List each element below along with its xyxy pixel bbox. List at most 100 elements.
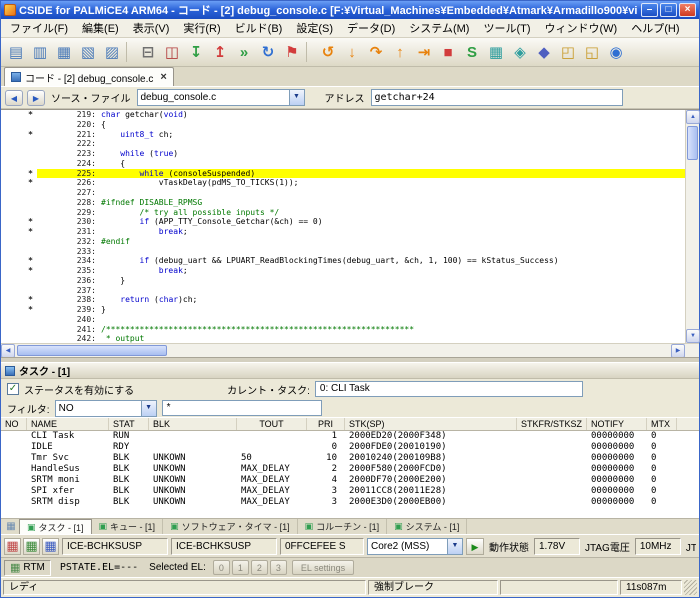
nav-forward-button[interactable]: ▶ bbox=[27, 89, 45, 106]
vscroll-track[interactable] bbox=[686, 124, 699, 329]
el-button-3[interactable]: 3 bbox=[269, 560, 287, 575]
current-task-field[interactable]: 0: CLI Task bbox=[314, 381, 583, 397]
menu-item-3[interactable]: 表示(V) bbox=[126, 18, 177, 38]
chevron-down-icon[interactable]: ▼ bbox=[140, 400, 156, 416]
code-text[interactable]: } bbox=[101, 276, 685, 286]
break-flag-icon[interactable]: ⚑ bbox=[280, 40, 304, 64]
line-margin[interactable] bbox=[1, 188, 37, 198]
panel-tab-2[interactable]: ▣ キュー - [1] bbox=[92, 519, 164, 534]
line-margin[interactable] bbox=[1, 159, 37, 169]
scroll-right-icon[interactable]: ▶ bbox=[671, 344, 685, 358]
line-marker-icon[interactable]: * bbox=[1, 295, 37, 305]
code-text[interactable]: { bbox=[101, 120, 685, 130]
table-row[interactable]: SPI xfer BLK UNKOWN MAX_DELAY 3 20011CC8(2001… bbox=[1, 486, 699, 497]
panel-tab-3[interactable]: ▣ ソフトウェア・タイマ - [1] bbox=[163, 519, 298, 534]
line-marker-icon[interactable]: * bbox=[1, 217, 37, 227]
code-text[interactable]: * output bbox=[101, 334, 685, 343]
step-in-icon[interactable]: ↓ bbox=[340, 40, 364, 64]
step-out-icon[interactable]: ↑ bbox=[388, 40, 412, 64]
code-text[interactable]: break; bbox=[101, 227, 685, 237]
load-module-icon[interactable]: ↧ bbox=[184, 40, 208, 64]
tab-code-debug-console[interactable]: コード - [2] debug_console.c × bbox=[4, 67, 174, 86]
column-header-name[interactable]: NAME bbox=[27, 418, 109, 430]
line-margin[interactable] bbox=[1, 247, 37, 257]
column-header-stat[interactable]: STAT bbox=[109, 418, 149, 430]
run-to-cursor-icon[interactable]: ⇥ bbox=[412, 40, 436, 64]
help-icon[interactable]: ◉ bbox=[604, 40, 628, 64]
hscroll-track[interactable] bbox=[15, 344, 671, 357]
menu-item-9[interactable]: ツール(T) bbox=[476, 18, 537, 38]
memory-window-icon[interactable]: ▦ bbox=[52, 40, 76, 64]
task-panel-header[interactable]: タスク - [1] bbox=[1, 363, 699, 379]
line-margin[interactable] bbox=[1, 276, 37, 286]
code-text[interactable]: if (debug_uart && LPUART_ReadBlockingTim… bbox=[101, 256, 685, 266]
menu-item-11[interactable]: ヘルプ(H) bbox=[624, 18, 686, 38]
column-header-no[interactable]: NO bbox=[1, 418, 27, 430]
line-margin[interactable] bbox=[1, 198, 37, 208]
stop-icon[interactable]: ■ bbox=[436, 40, 460, 64]
menu-item-10[interactable]: ウィンドウ(W) bbox=[538, 18, 625, 38]
code-text[interactable]: vTaskDelay(pdMS_TO_TICKS(1)); bbox=[101, 178, 685, 188]
line-marker-icon[interactable]: * bbox=[1, 169, 37, 179]
line-marker-icon[interactable]: * bbox=[1, 227, 37, 237]
rtm-button[interactable]: ▦ RTM bbox=[4, 559, 51, 576]
code-text[interactable]: return (char)ch; bbox=[101, 295, 685, 305]
ice-connect-icon[interactable]: ▦ bbox=[4, 537, 21, 555]
trace-icon[interactable]: ◈ bbox=[508, 40, 532, 64]
code-text[interactable]: #ifndef DISABLE_RPMSG bbox=[101, 198, 685, 208]
upload-icon[interactable]: ↥ bbox=[208, 40, 232, 64]
code-text[interactable]: /***************************************… bbox=[101, 325, 685, 335]
column-header-stk[interactable]: STK(SP) bbox=[345, 418, 517, 430]
tab-close-icon[interactable]: × bbox=[157, 71, 166, 83]
core-select[interactable]: Core2 (MSS) ▼ bbox=[367, 537, 463, 555]
close-button[interactable]: × bbox=[679, 3, 696, 17]
code-text[interactable]: while (consoleSuspended) bbox=[101, 169, 685, 179]
table-row[interactable]: SRTM disp BLK UNKOWN MAX_DELAY 3 2000E3D0(200… bbox=[1, 497, 699, 508]
table-row[interactable]: SRTM moni BLK UNKOWN MAX_DELAY 4 2000DF70(200… bbox=[1, 475, 699, 486]
table-row[interactable]: Tmr Svc BLK UNKOWN 50 10 20010240(200109B8) 00… bbox=[1, 453, 699, 464]
line-margin[interactable] bbox=[1, 315, 37, 325]
print-icon[interactable]: ⊟ bbox=[136, 40, 160, 64]
code-text[interactable] bbox=[101, 286, 685, 296]
code-text[interactable]: break; bbox=[101, 266, 685, 276]
el-button-1[interactable]: 1 bbox=[231, 560, 249, 575]
code-text[interactable] bbox=[101, 247, 685, 257]
chevron-down-icon[interactable]: ▼ bbox=[288, 90, 304, 105]
el-settings-button[interactable]: EL settings bbox=[291, 560, 355, 575]
cpu-icon[interactable]: ▦ bbox=[484, 40, 508, 64]
menu-item-1[interactable]: ファイル(F) bbox=[3, 18, 75, 38]
code-text[interactable]: uint8_t ch; bbox=[101, 130, 685, 140]
status-enable-checkbox[interactable]: ✓ bbox=[7, 383, 19, 395]
step-over-icon[interactable]: ↷ bbox=[364, 40, 388, 64]
editor-vertical-scrollbar[interactable]: ▲ ▼ bbox=[685, 110, 700, 343]
line-margin[interactable] bbox=[1, 325, 37, 335]
panel-tab-4[interactable]: ▣ コルーチン - [1] bbox=[298, 519, 388, 534]
project-save-icon[interactable]: ◱ bbox=[580, 40, 604, 64]
run-state-icon[interactable]: ▶ bbox=[466, 537, 484, 555]
code-text[interactable] bbox=[101, 315, 685, 325]
panel-tab-5[interactable]: ▣ システム - [1] bbox=[387, 519, 468, 534]
chevron-down-icon[interactable]: ▼ bbox=[447, 538, 462, 554]
config-icon[interactable]: ◆ bbox=[532, 40, 556, 64]
save-icon[interactable]: ◫ bbox=[160, 40, 184, 64]
column-header-notify[interactable]: NOTIFY bbox=[587, 418, 647, 430]
address-input[interactable] bbox=[370, 89, 623, 106]
table-row[interactable]: CLI Task RUN 1 2000ED20(2000F348) 00000000 0 bbox=[1, 431, 699, 442]
nav-back-button[interactable]: ◀ bbox=[5, 89, 23, 106]
line-marker-icon[interactable]: * bbox=[1, 110, 37, 120]
titlebar[interactable]: CSIDE for PALMiCE4 ARM64 - コード - [2] deb… bbox=[1, 1, 699, 19]
go-icon[interactable]: » bbox=[232, 40, 256, 64]
source-file-select[interactable]: debug_console.c ▼ bbox=[136, 89, 305, 106]
line-margin[interactable] bbox=[1, 139, 37, 149]
code-text[interactable]: #endif bbox=[101, 237, 685, 247]
sampling-icon[interactable]: S bbox=[460, 40, 484, 64]
line-margin[interactable] bbox=[1, 334, 37, 343]
el-button-2[interactable]: 2 bbox=[250, 560, 268, 575]
menu-item-5[interactable]: ビルド(B) bbox=[228, 18, 290, 38]
menu-item-8[interactable]: システム(M) bbox=[402, 18, 476, 38]
project-open-icon[interactable]: ◰ bbox=[556, 40, 580, 64]
code-text[interactable] bbox=[101, 188, 685, 198]
code-text[interactable]: while (true) bbox=[101, 149, 685, 159]
refresh-icon[interactable]: ↻ bbox=[256, 40, 280, 64]
reset-icon[interactable]: ↺ bbox=[316, 40, 340, 64]
